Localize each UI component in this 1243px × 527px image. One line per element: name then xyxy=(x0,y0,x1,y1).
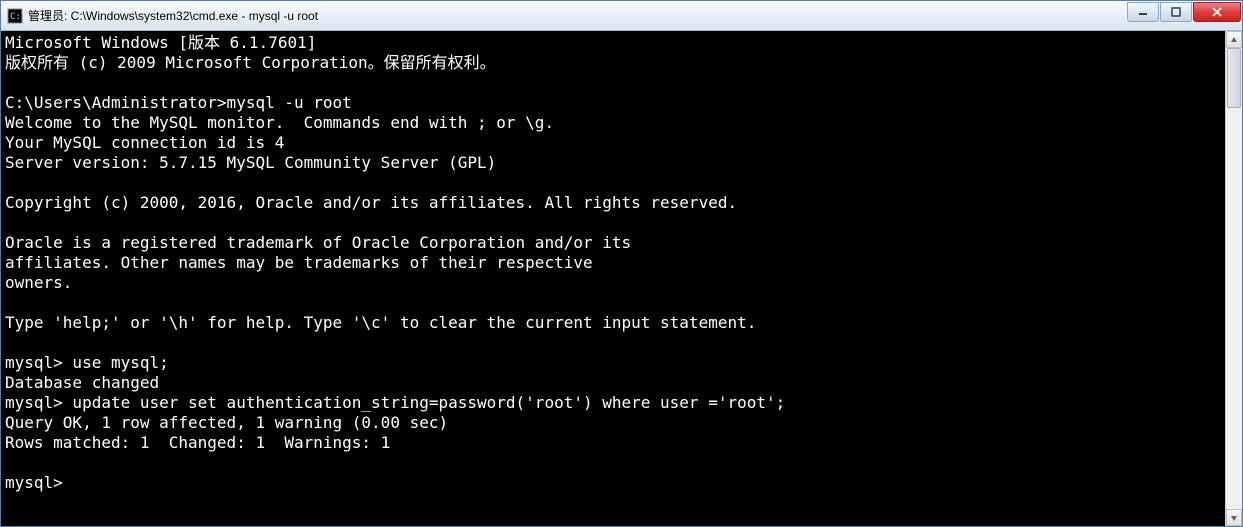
titlebar[interactable]: C:\ 管理员: C:\Windows\system32\cmd.exe - m… xyxy=(1,1,1242,31)
minimize-button[interactable] xyxy=(1127,2,1159,22)
maximize-button[interactable] xyxy=(1160,2,1192,22)
scroll-thumb[interactable] xyxy=(1227,48,1241,108)
vertical-scrollbar[interactable] xyxy=(1225,31,1242,526)
svg-text:C:\: C:\ xyxy=(10,12,23,22)
cmd-window: C:\ 管理员: C:\Windows\system32\cmd.exe - m… xyxy=(0,0,1243,527)
terminal-output[interactable]: Microsoft Windows [版本 6.1.7601] 版权所有 (c)… xyxy=(1,31,1225,526)
cmd-icon: C:\ xyxy=(7,8,23,24)
scroll-track[interactable] xyxy=(1226,48,1242,509)
scroll-up-button[interactable] xyxy=(1226,31,1242,48)
scroll-down-button[interactable] xyxy=(1226,509,1242,526)
terminal-container: Microsoft Windows [版本 6.1.7601] 版权所有 (c)… xyxy=(1,31,1242,526)
window-title: 管理员: C:\Windows\system32\cmd.exe - mysql… xyxy=(28,7,1126,24)
close-button[interactable] xyxy=(1193,2,1241,22)
window-controls xyxy=(1126,1,1242,30)
